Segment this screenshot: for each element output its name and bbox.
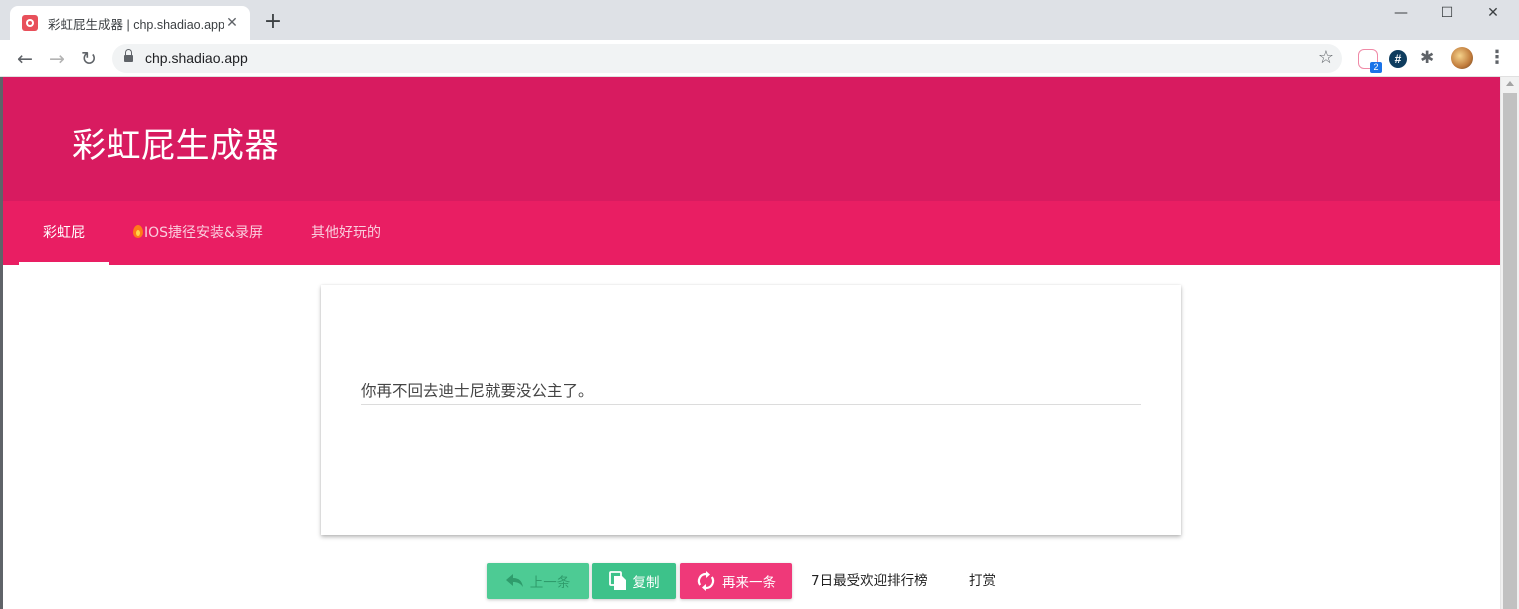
- tab-title: 彩虹屁生成器 | chp.shadiao.app: [48, 17, 224, 32]
- nav-tabs: 彩虹屁 IOS捷径安装&录屏 其他好玩的: [3, 201, 1500, 265]
- page-title: 彩虹屁生成器: [72, 126, 279, 166]
- next-button-label: 再来一条: [722, 575, 776, 591]
- prev-button[interactable]: 上一条: [487, 563, 589, 599]
- tab-ios-shortcut-label: IOS捷径安装&录屏: [144, 225, 263, 241]
- hash-extension-icon[interactable]: #: [1389, 50, 1407, 68]
- tab-other-fun[interactable]: 其他好玩的: [293, 201, 399, 265]
- scrollbar-thumb[interactable]: [1503, 93, 1517, 609]
- extensions-puzzle-icon[interactable]: ✱: [1420, 48, 1440, 68]
- profile-avatar[interactable]: [1451, 47, 1473, 69]
- tip-link[interactable]: 打赏: [969, 563, 996, 599]
- new-tab-button[interactable]: +: [262, 11, 284, 33]
- url-text[interactable]: chp.shadiao.app: [145, 50, 248, 66]
- compliment-card: 你再不回去迪士尼就要没公主了。: [321, 285, 1181, 535]
- back-button[interactable]: ←: [12, 46, 38, 72]
- copy-button[interactable]: 复制: [592, 563, 676, 599]
- refresh-icon: [696, 571, 716, 591]
- active-tab-indicator: [19, 262, 109, 265]
- compliment-text[interactable]: 你再不回去迪士尼就要没公主了。: [361, 379, 594, 401]
- tab-ios-shortcut[interactable]: IOS捷径安装&录屏: [123, 201, 273, 265]
- page-scrollbar[interactable]: [1500, 77, 1519, 609]
- tab-other-fun-label: 其他好玩的: [311, 225, 381, 241]
- close-window-button[interactable]: ✕: [1470, 3, 1516, 23]
- copy-icon: [608, 571, 627, 591]
- site-favicon-icon: [22, 15, 38, 31]
- browser-menu-icon[interactable]: ⋮: [1488, 48, 1506, 68]
- reply-arrow-icon: [505, 574, 524, 588]
- tab-rainbow-label: 彩虹屁: [43, 225, 85, 241]
- copy-button-label: 复制: [632, 575, 660, 591]
- tab-close-icon[interactable]: ✕: [224, 15, 240, 31]
- extension-badge: 2: [1370, 62, 1382, 73]
- flame-icon: [133, 225, 144, 238]
- prev-button-label: 上一条: [529, 575, 571, 591]
- ranking-link[interactable]: 7日最受欢迎排行榜: [811, 563, 928, 599]
- scroll-up-arrow-icon[interactable]: [1506, 81, 1514, 86]
- hero-header: 彩虹屁生成器: [3, 77, 1500, 201]
- browser-tab[interactable]: 彩虹屁生成器 | chp.shadiao.app ✕: [10, 6, 250, 40]
- browser-toolbar: ← → ↻ chp.shadiao.app ☆ 2 # ✱ ⋮: [0, 40, 1519, 77]
- page-viewport: 彩虹屁生成器 彩虹屁 IOS捷径安装&录屏 其他好玩的 你再不回去迪士尼就要没公…: [0, 77, 1519, 609]
- maximize-button[interactable]: ☐: [1424, 3, 1470, 23]
- next-button[interactable]: 再来一条: [680, 563, 792, 599]
- cat-extension-icon[interactable]: 2: [1358, 49, 1382, 73]
- forward-button[interactable]: →: [44, 46, 70, 72]
- minimize-button[interactable]: —: [1378, 3, 1424, 23]
- tab-rainbow[interactable]: 彩虹屁: [19, 201, 109, 265]
- browser-tabstrip: 彩虹屁生成器 | chp.shadiao.app ✕ + — ☐ ✕: [0, 0, 1519, 40]
- bookmark-star-icon[interactable]: ☆: [1318, 47, 1334, 69]
- reload-button[interactable]: ↻: [76, 46, 102, 72]
- action-bar: 上一条 复制 再来一条 7日最受欢迎排行榜 打赏: [0, 563, 1500, 599]
- compliment-text-field[interactable]: 你再不回去迪士尼就要没公主了。: [361, 375, 1141, 405]
- address-bar[interactable]: chp.shadiao.app ☆: [112, 44, 1342, 73]
- lock-icon[interactable]: [124, 49, 133, 64]
